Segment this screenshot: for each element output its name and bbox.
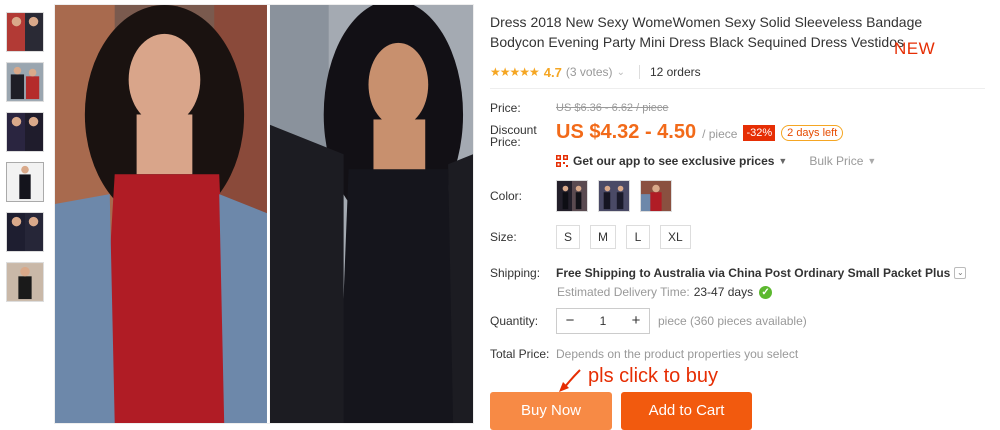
shipping-method[interactable]: Free Shipping to Australia via China Pos… — [556, 266, 950, 280]
rating-value: 4.7 — [543, 64, 562, 80]
discount-price-label: Discount Price: — [490, 123, 537, 149]
thumbnail-3[interactable] — [6, 112, 44, 152]
size-label: Size: — [490, 230, 517, 244]
thumbnail-1[interactable] — [6, 12, 44, 52]
qr-code-icon — [556, 155, 568, 167]
price-label: Price: — [490, 101, 521, 115]
discount-price: US $4.32 - 4.50 — [556, 121, 697, 143]
days-left-badge: 2 days left — [781, 125, 844, 141]
color-swatch-1[interactable] — [556, 180, 588, 212]
delivery-label: Estimated Delivery Time: — [557, 285, 690, 299]
color-swatch-2[interactable] — [598, 180, 630, 212]
quantity-input[interactable]: 1 — [583, 309, 623, 333]
quantity-stepper: − 1 + — [556, 308, 650, 334]
quantity-row: Quantity: − 1 + piece (360 pieces availa… — [490, 308, 807, 334]
quantity-increase-button[interactable]: + — [623, 309, 649, 333]
votes-count[interactable]: (3 votes) — [566, 65, 613, 79]
color-row: Color: — [490, 180, 682, 212]
shipping-row: Shipping: Free Shipping to Australia via… — [490, 266, 967, 280]
add-to-cart-button[interactable]: Add to Cart — [621, 392, 752, 430]
chevron-down-icon[interactable]: ⌄ — [617, 67, 625, 78]
quantity-label: Quantity: — [490, 314, 539, 328]
thumbnail-2[interactable] — [6, 62, 44, 102]
size-row: Size: S M L XL — [490, 225, 701, 249]
price-block: Price: US $6.36 - 6.62 / piece Discount … — [490, 101, 990, 168]
divider — [638, 65, 640, 79]
size-option-m[interactable]: M — [590, 225, 617, 249]
thumbnail-6[interactable] — [6, 262, 44, 302]
orders-count: 12 orders — [649, 65, 701, 79]
size-option-xl[interactable]: XL — [660, 225, 691, 249]
bulk-price-link[interactable]: Bulk Price — [809, 154, 863, 168]
total-price-label: Total Price: — [490, 347, 550, 361]
discount-badge: -32% — [743, 125, 776, 141]
quantity-decrease-button[interactable]: − — [557, 309, 583, 333]
total-price-value: Depends on the product properties you se… — [556, 347, 799, 361]
shipping-label: Shipping: — [490, 266, 541, 280]
size-option-l[interactable]: L — [626, 225, 651, 249]
check-icon: ✓ — [759, 285, 773, 299]
original-price: US $6.36 - 6.62 / piece — [556, 102, 669, 114]
arrow-icon — [559, 369, 581, 392]
chevron-down-icon[interactable]: ▼ — [778, 156, 787, 166]
delivery-estimate: Estimated Delivery Time: 23-47 days ✓ — [557, 285, 773, 299]
price-unit: / piece — [702, 127, 738, 141]
chevron-down-icon[interactable]: ▼ — [867, 156, 876, 166]
divider — [490, 88, 985, 89]
buy-now-button[interactable]: Buy Now — [490, 392, 612, 430]
rating-row: ★★★★★ 4.7 (3 votes) ⌄ 12 orders — [490, 62, 990, 82]
star-icons: ★★★★★ — [490, 65, 540, 79]
delivery-days: 23-47 days — [693, 285, 754, 299]
click-annotation: pls click to buy — [588, 365, 719, 387]
new-badge: NEW — [894, 39, 936, 58]
app-exclusive-link[interactable]: Get our app to see exclusive prices — [573, 154, 774, 168]
thumbnail-5[interactable] — [6, 212, 44, 252]
main-product-image[interactable] — [54, 4, 474, 424]
color-label: Color: — [490, 189, 523, 203]
quantity-available: piece (360 pieces available) — [658, 314, 807, 328]
thumbnail-list — [6, 12, 46, 312]
product-info: Dress 2018 New Sexy WomeWomen Sexy Solid… — [490, 12, 990, 168]
thumbnail-4[interactable] — [6, 162, 44, 202]
color-swatch-3[interactable] — [640, 180, 672, 212]
chevron-down-icon[interactable]: ⌄ — [954, 267, 967, 279]
total-row: Total Price: Depends on the product prop… — [490, 347, 798, 361]
size-option-s[interactable]: S — [556, 225, 581, 249]
